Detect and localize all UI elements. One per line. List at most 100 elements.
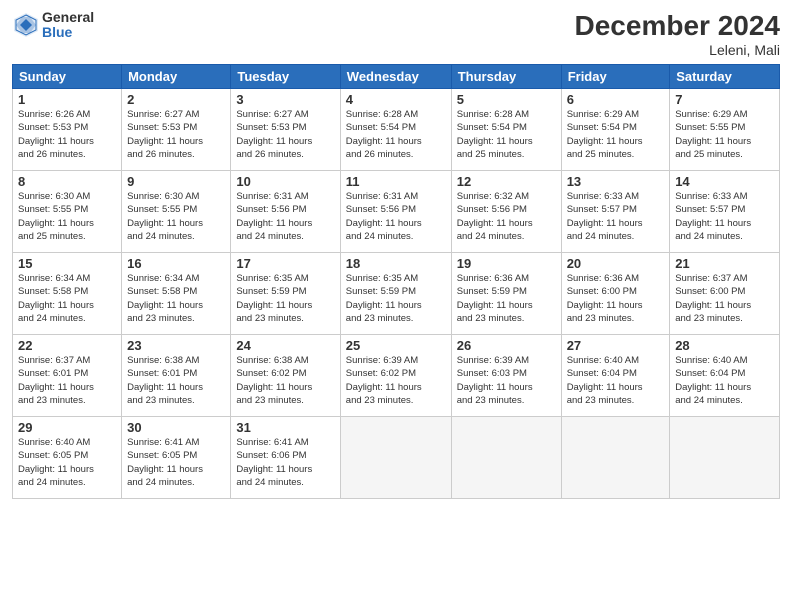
day-info: Sunrise: 6:33 AM Sunset: 5:57 PM Dayligh…: [675, 190, 774, 243]
calendar-cell: 21Sunrise: 6:37 AM Sunset: 6:00 PM Dayli…: [670, 253, 780, 335]
calendar-cell: [451, 417, 561, 499]
week-row-1: 1Sunrise: 6:26 AM Sunset: 5:53 PM Daylig…: [13, 89, 780, 171]
header-saturday: Saturday: [670, 65, 780, 89]
day-info: Sunrise: 6:35 AM Sunset: 5:59 PM Dayligh…: [346, 272, 446, 325]
day-number: 29: [18, 420, 116, 435]
calendar-cell: 5Sunrise: 6:28 AM Sunset: 5:54 PM Daylig…: [451, 89, 561, 171]
logo-icon: [12, 11, 40, 39]
day-number: 25: [346, 338, 446, 353]
day-info: Sunrise: 6:37 AM Sunset: 6:01 PM Dayligh…: [18, 354, 116, 407]
day-info: Sunrise: 6:34 AM Sunset: 5:58 PM Dayligh…: [18, 272, 116, 325]
calendar-cell: 10Sunrise: 6:31 AM Sunset: 5:56 PM Dayli…: [231, 171, 340, 253]
day-info: Sunrise: 6:40 AM Sunset: 6:04 PM Dayligh…: [567, 354, 665, 407]
calendar-cell: 14Sunrise: 6:33 AM Sunset: 5:57 PM Dayli…: [670, 171, 780, 253]
calendar-cell: 22Sunrise: 6:37 AM Sunset: 6:01 PM Dayli…: [13, 335, 122, 417]
day-info: Sunrise: 6:39 AM Sunset: 6:03 PM Dayligh…: [457, 354, 556, 407]
day-info: Sunrise: 6:32 AM Sunset: 5:56 PM Dayligh…: [457, 190, 556, 243]
header-wednesday: Wednesday: [340, 65, 451, 89]
day-info: Sunrise: 6:28 AM Sunset: 5:54 PM Dayligh…: [457, 108, 556, 161]
day-number: 4: [346, 92, 446, 107]
calendar-cell: 25Sunrise: 6:39 AM Sunset: 6:02 PM Dayli…: [340, 335, 451, 417]
calendar-cell: 3Sunrise: 6:27 AM Sunset: 5:53 PM Daylig…: [231, 89, 340, 171]
calendar-cell: 9Sunrise: 6:30 AM Sunset: 5:55 PM Daylig…: [122, 171, 231, 253]
day-info: Sunrise: 6:38 AM Sunset: 6:02 PM Dayligh…: [236, 354, 334, 407]
calendar-cell: 29Sunrise: 6:40 AM Sunset: 6:05 PM Dayli…: [13, 417, 122, 499]
day-number: 16: [127, 256, 225, 271]
day-number: 11: [346, 174, 446, 189]
month-title: December 2024: [575, 10, 780, 42]
day-info: Sunrise: 6:31 AM Sunset: 5:56 PM Dayligh…: [346, 190, 446, 243]
calendar-cell: 24Sunrise: 6:38 AM Sunset: 6:02 PM Dayli…: [231, 335, 340, 417]
calendar-cell: 17Sunrise: 6:35 AM Sunset: 5:59 PM Dayli…: [231, 253, 340, 335]
calendar-cell: 16Sunrise: 6:34 AM Sunset: 5:58 PM Dayli…: [122, 253, 231, 335]
header-friday: Friday: [561, 65, 670, 89]
day-number: 24: [236, 338, 334, 353]
calendar-cell: 28Sunrise: 6:40 AM Sunset: 6:04 PM Dayli…: [670, 335, 780, 417]
header-thursday: Thursday: [451, 65, 561, 89]
day-number: 14: [675, 174, 774, 189]
logo: General Blue: [12, 10, 94, 41]
calendar-cell: 20Sunrise: 6:36 AM Sunset: 6:00 PM Dayli…: [561, 253, 670, 335]
calendar-cell: 4Sunrise: 6:28 AM Sunset: 5:54 PM Daylig…: [340, 89, 451, 171]
day-number: 12: [457, 174, 556, 189]
day-number: 26: [457, 338, 556, 353]
calendar-cell: 26Sunrise: 6:39 AM Sunset: 6:03 PM Dayli…: [451, 335, 561, 417]
day-number: 19: [457, 256, 556, 271]
day-number: 1: [18, 92, 116, 107]
calendar-cell: 27Sunrise: 6:40 AM Sunset: 6:04 PM Dayli…: [561, 335, 670, 417]
calendar-cell: 12Sunrise: 6:32 AM Sunset: 5:56 PM Dayli…: [451, 171, 561, 253]
day-info: Sunrise: 6:39 AM Sunset: 6:02 PM Dayligh…: [346, 354, 446, 407]
day-number: 23: [127, 338, 225, 353]
header-sunday: Sunday: [13, 65, 122, 89]
calendar-cell: 31Sunrise: 6:41 AM Sunset: 6:06 PM Dayli…: [231, 417, 340, 499]
day-info: Sunrise: 6:30 AM Sunset: 5:55 PM Dayligh…: [127, 190, 225, 243]
calendar-cell: 7Sunrise: 6:29 AM Sunset: 5:55 PM Daylig…: [670, 89, 780, 171]
day-number: 18: [346, 256, 446, 271]
day-info: Sunrise: 6:40 AM Sunset: 6:04 PM Dayligh…: [675, 354, 774, 407]
calendar-cell: [340, 417, 451, 499]
day-info: Sunrise: 6:34 AM Sunset: 5:58 PM Dayligh…: [127, 272, 225, 325]
day-info: Sunrise: 6:29 AM Sunset: 5:54 PM Dayligh…: [567, 108, 665, 161]
day-info: Sunrise: 6:26 AM Sunset: 5:53 PM Dayligh…: [18, 108, 116, 161]
calendar-cell: 2Sunrise: 6:27 AM Sunset: 5:53 PM Daylig…: [122, 89, 231, 171]
logo-general: General: [42, 10, 94, 25]
day-number: 31: [236, 420, 334, 435]
day-number: 2: [127, 92, 225, 107]
day-info: Sunrise: 6:36 AM Sunset: 6:00 PM Dayligh…: [567, 272, 665, 325]
day-number: 15: [18, 256, 116, 271]
week-row-4: 22Sunrise: 6:37 AM Sunset: 6:01 PM Dayli…: [13, 335, 780, 417]
calendar-page: General Blue December 2024 Leleni, Mali …: [0, 0, 792, 612]
logo-blue: Blue: [42, 25, 94, 40]
header-monday: Monday: [122, 65, 231, 89]
location: Leleni, Mali: [575, 42, 780, 58]
week-row-5: 29Sunrise: 6:40 AM Sunset: 6:05 PM Dayli…: [13, 417, 780, 499]
day-info: Sunrise: 6:37 AM Sunset: 6:00 PM Dayligh…: [675, 272, 774, 325]
day-number: 30: [127, 420, 225, 435]
day-info: Sunrise: 6:33 AM Sunset: 5:57 PM Dayligh…: [567, 190, 665, 243]
week-row-3: 15Sunrise: 6:34 AM Sunset: 5:58 PM Dayli…: [13, 253, 780, 335]
day-info: Sunrise: 6:41 AM Sunset: 6:05 PM Dayligh…: [127, 436, 225, 489]
day-number: 28: [675, 338, 774, 353]
day-number: 13: [567, 174, 665, 189]
day-info: Sunrise: 6:27 AM Sunset: 5:53 PM Dayligh…: [127, 108, 225, 161]
calendar-cell: 15Sunrise: 6:34 AM Sunset: 5:58 PM Dayli…: [13, 253, 122, 335]
calendar-cell: [561, 417, 670, 499]
day-info: Sunrise: 6:30 AM Sunset: 5:55 PM Dayligh…: [18, 190, 116, 243]
day-info: Sunrise: 6:35 AM Sunset: 5:59 PM Dayligh…: [236, 272, 334, 325]
day-info: Sunrise: 6:40 AM Sunset: 6:05 PM Dayligh…: [18, 436, 116, 489]
calendar-cell: 8Sunrise: 6:30 AM Sunset: 5:55 PM Daylig…: [13, 171, 122, 253]
calendar-cell: 13Sunrise: 6:33 AM Sunset: 5:57 PM Dayli…: [561, 171, 670, 253]
logo-text: General Blue: [42, 10, 94, 41]
title-area: December 2024 Leleni, Mali: [575, 10, 780, 58]
calendar-cell: 30Sunrise: 6:41 AM Sunset: 6:05 PM Dayli…: [122, 417, 231, 499]
day-number: 27: [567, 338, 665, 353]
calendar-cell: 19Sunrise: 6:36 AM Sunset: 5:59 PM Dayli…: [451, 253, 561, 335]
week-row-2: 8Sunrise: 6:30 AM Sunset: 5:55 PM Daylig…: [13, 171, 780, 253]
day-number: 8: [18, 174, 116, 189]
day-number: 7: [675, 92, 774, 107]
calendar-cell: 23Sunrise: 6:38 AM Sunset: 6:01 PM Dayli…: [122, 335, 231, 417]
day-number: 10: [236, 174, 334, 189]
day-info: Sunrise: 6:31 AM Sunset: 5:56 PM Dayligh…: [236, 190, 334, 243]
day-info: Sunrise: 6:28 AM Sunset: 5:54 PM Dayligh…: [346, 108, 446, 161]
day-number: 17: [236, 256, 334, 271]
